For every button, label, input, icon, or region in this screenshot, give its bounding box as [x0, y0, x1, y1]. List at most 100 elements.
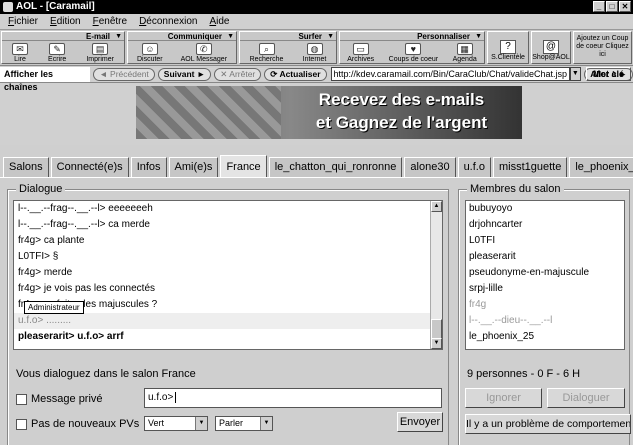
- chat-tabs: Salons Connecté(e)s Infos Ami(e)s France…: [3, 155, 633, 177]
- button-label: Suivant: [163, 68, 195, 79]
- scroll-down-icon[interactable]: ▼: [431, 338, 442, 349]
- tab-panel-divider: [0, 177, 633, 178]
- tab-connectes[interactable]: Connecté(e)s: [50, 157, 129, 177]
- tab-infos[interactable]: Infos: [130, 157, 167, 177]
- button-label: Discuter: [136, 56, 163, 63]
- group-title[interactable]: Communiquer: [128, 32, 236, 41]
- member-item[interactable]: l--.__.--dieu--.__.--l: [466, 313, 624, 329]
- agenda-button[interactable]: ▦ Agenda: [453, 43, 477, 64]
- button-label: Archives: [347, 56, 375, 63]
- probleme-comportement-button[interactable]: Il y a un problème de comportement: [465, 414, 631, 434]
- member-item[interactable]: fr4g: [466, 297, 624, 313]
- ignorer-button[interactable]: Ignorer: [465, 388, 542, 408]
- menu-edition[interactable]: Edition: [50, 16, 81, 27]
- tab-misst1guette[interactable]: misst1guette: [492, 157, 568, 177]
- button-label: S.Clientèle: [491, 54, 525, 61]
- message-prive-checkbox[interactable]: Message privé: [16, 393, 103, 405]
- color-select[interactable]: Vert: [144, 416, 208, 431]
- arreter-button[interactable]: ✕ Arrêter: [214, 67, 262, 81]
- checkbox-label: Message privé: [31, 393, 103, 405]
- close-button[interactable]: ✕: [619, 1, 631, 12]
- tab-alone30[interactable]: alone30: [404, 157, 456, 177]
- url-dropdown-icon[interactable]: ▼: [569, 67, 582, 81]
- message-input[interactable]: u.f.o>: [144, 388, 442, 408]
- ad-banner[interactable]: Recevez des e-mails et Gagnez de l'argen…: [136, 86, 522, 139]
- button-label: AOL Messager: [180, 56, 228, 63]
- menu-bar: Fichier Edition Fenêtre Déconnexion Aide: [0, 14, 633, 30]
- button-label: Actualiser: [279, 68, 321, 79]
- dialoguer-button[interactable]: Dialoguer: [547, 388, 625, 408]
- service-client-button[interactable]: ? S.Clientèle: [487, 31, 529, 64]
- member-item[interactable]: drjohncarter: [466, 217, 624, 233]
- member-item[interactable]: pseudonyme-en-majuscule: [466, 265, 624, 281]
- checkbox-box[interactable]: [16, 418, 27, 430]
- pas-nouveaux-pvs-checkbox[interactable]: Pas de nouveaux PVs: [16, 418, 139, 430]
- toolbar-group-email: E-mail ✉Lire ✎Ecrire ▤Imprimer: [1, 31, 125, 64]
- text-cursor: [175, 392, 177, 403]
- tab-le-chatton[interactable]: le_chatton_qui_ronronne: [268, 157, 403, 177]
- checkbox-box[interactable]: [16, 393, 27, 405]
- status-text: Vous dialoguez dans le salon France: [16, 368, 196, 380]
- people-icon: ☺: [141, 43, 158, 55]
- chat-log[interactable]: l--.__.--frag--.__.--l> eeeeeeeh l--.__.…: [13, 200, 443, 350]
- mode-select[interactable]: Parler: [215, 416, 273, 431]
- member-item[interactable]: pleaserarit: [466, 249, 624, 265]
- precedent-button[interactable]: ◄ Précédent: [93, 67, 155, 81]
- url-input[interactable]: http://kdev.caramail.com/Bin/CaraClub/Ch…: [330, 67, 570, 81]
- members-panel: Membres du salon bubuyoyo drjohncarter L…: [458, 183, 631, 445]
- member-item[interactable]: L0TFI: [466, 233, 624, 249]
- minimize-button[interactable]: _: [593, 1, 605, 12]
- group-title[interactable]: Surfer: [240, 32, 336, 41]
- menu-fichier[interactable]: Fichier: [8, 16, 38, 27]
- envoyer-button[interactable]: Envoyer: [397, 412, 443, 432]
- member-item[interactable]: bubuyoyo: [466, 201, 624, 217]
- chat-scrollbar[interactable]: ▲ ▼: [430, 201, 442, 349]
- menu-aide[interactable]: Aide: [209, 16, 229, 27]
- aol-messager-button[interactable]: ✆ AOL Messager: [181, 43, 227, 64]
- tab-amis[interactable]: Ami(e)s: [168, 157, 219, 177]
- toolbar: E-mail ✉Lire ✎Ecrire ▤Imprimer Communiqu…: [0, 30, 633, 66]
- shop-aol-button[interactable]: @ Shop@AOL: [531, 31, 571, 64]
- tab-france[interactable]: France: [220, 155, 267, 177]
- folder-icon: ▭: [352, 43, 369, 55]
- tab-ufo[interactable]: u.f.o: [457, 157, 491, 177]
- member-item[interactable]: le_phoenix_25: [466, 329, 624, 345]
- tab-le-phoenix-25[interactable]: le_phoenix_25: [569, 157, 633, 177]
- imprimer-button[interactable]: ▤ Imprimer: [86, 43, 114, 64]
- button-label: Recherche: [249, 56, 284, 63]
- chat-window: Salons Connecté(e)s Infos Ami(e)s France…: [0, 145, 633, 445]
- ecrire-button[interactable]: ✎ Ecrire: [48, 43, 66, 64]
- toolbar-group-personnaliser: Personnaliser ▭Archives ♥Coups de coeur …: [339, 31, 485, 64]
- dialogue-legend: Dialogue: [16, 183, 66, 195]
- button-label: Arrêter: [229, 68, 256, 79]
- button-label: Agenda: [452, 56, 477, 63]
- internet-button[interactable]: ◍ Internet: [302, 43, 327, 64]
- actualiser-button[interactable]: ⟳ Actualiser: [264, 67, 327, 81]
- group-title[interactable]: Personnaliser: [340, 32, 484, 41]
- afficher-chaines-button[interactable]: Afficher les chaînes: [0, 66, 91, 92]
- input-value: u.f.o>: [148, 392, 174, 403]
- scroll-up-icon[interactable]: ▲: [431, 201, 442, 212]
- recherche-button[interactable]: ⌕ Recherche: [249, 43, 284, 64]
- members-list[interactable]: bubuyoyo drjohncarter L0TFI pleaserarit …: [465, 200, 625, 350]
- mot-cle-button[interactable]: Mot clé: [586, 67, 631, 81]
- button-label: Ajoutez un Coup de coeur Cliquez ici: [576, 34, 629, 58]
- coups-de-coeur-button[interactable]: ♥ Coups de coeur: [389, 43, 438, 64]
- group-title[interactable]: E-mail: [2, 32, 124, 41]
- menu-fenetre[interactable]: Fenêtre: [93, 16, 127, 27]
- suivant-button[interactable]: Suivant ►: [157, 67, 212, 81]
- button-label: Internet: [302, 56, 327, 63]
- mail-icon: ✉: [12, 43, 29, 55]
- ajoutez-coup-de-coeur-button[interactable]: Ajoutez un Coup de coeur Cliquez ici: [573, 31, 632, 64]
- maximize-button[interactable]: □: [606, 1, 618, 12]
- member-count: 9 personnes - 0 F - 6 H: [467, 368, 581, 380]
- navigation-bar: Afficher les chaînes ◄ Précédent Suivant…: [0, 66, 633, 92]
- title-bar: AOL - [Caramail] _ □ ✕: [0, 0, 633, 14]
- tab-salons[interactable]: Salons: [3, 157, 49, 177]
- member-item[interactable]: srpj-lille: [466, 281, 624, 297]
- archives-button[interactable]: ▭ Archives: [347, 43, 374, 64]
- discuter-button[interactable]: ☺ Discuter: [137, 43, 163, 64]
- menu-deconnexion[interactable]: Déconnexion: [139, 16, 197, 27]
- lire-button[interactable]: ✉ Lire: [12, 43, 29, 64]
- chat-message: fr4g> ca plante: [18, 235, 85, 246]
